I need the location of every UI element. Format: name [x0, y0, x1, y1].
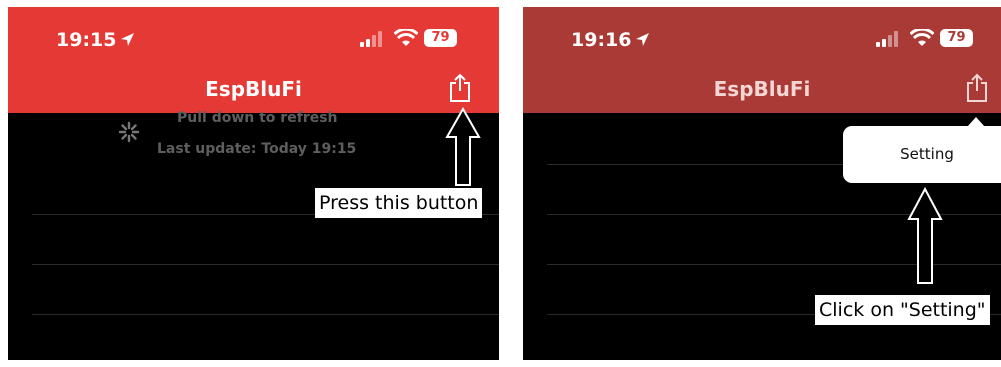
- battery-icon: 79: [424, 29, 457, 47]
- popover-menu: Setting: [843, 126, 1001, 183]
- up-arrow-annotation: [907, 187, 943, 284]
- battery-icon: 79: [940, 29, 973, 47]
- app-title: EspBluFi: [713, 77, 811, 101]
- wifi-icon: [910, 29, 934, 46]
- share-icon[interactable]: [965, 73, 989, 103]
- instruction-callout: Press this button: [315, 188, 483, 218]
- pull-to-refresh-text: Pull down to refresh: [177, 110, 338, 126]
- spinner-icon: [118, 121, 140, 143]
- menu-item-setting[interactable]: Setting: [843, 126, 1001, 183]
- right-screenshot: 19:16 79 EspBluFi Setting Click on "Sett…: [523, 7, 1001, 360]
- signal-icon: [876, 29, 900, 47]
- signal-icon: [360, 29, 384, 47]
- wifi-icon: [394, 29, 418, 46]
- list-divider: [32, 264, 499, 265]
- up-arrow-annotation: [445, 107, 481, 186]
- status-time: 19:16: [571, 29, 650, 51]
- navigation-bar: 19:15 79 EspBluFi: [8, 7, 499, 113]
- status-time: 19:15: [56, 29, 135, 51]
- left-screenshot: 19:15 79 EspBluFi Pull down to refresh L…: [8, 7, 499, 360]
- instruction-callout: Click on "Setting": [815, 295, 990, 325]
- app-title: EspBluFi: [205, 77, 302, 101]
- location-arrow-icon: [121, 33, 135, 46]
- navigation-bar: 19:16 79 EspBluFi: [523, 7, 1001, 113]
- list-divider: [32, 314, 499, 315]
- share-icon[interactable]: [448, 73, 472, 103]
- last-update-text: Last update: Today 19:15: [157, 141, 357, 157]
- location-arrow-icon: [636, 33, 650, 46]
